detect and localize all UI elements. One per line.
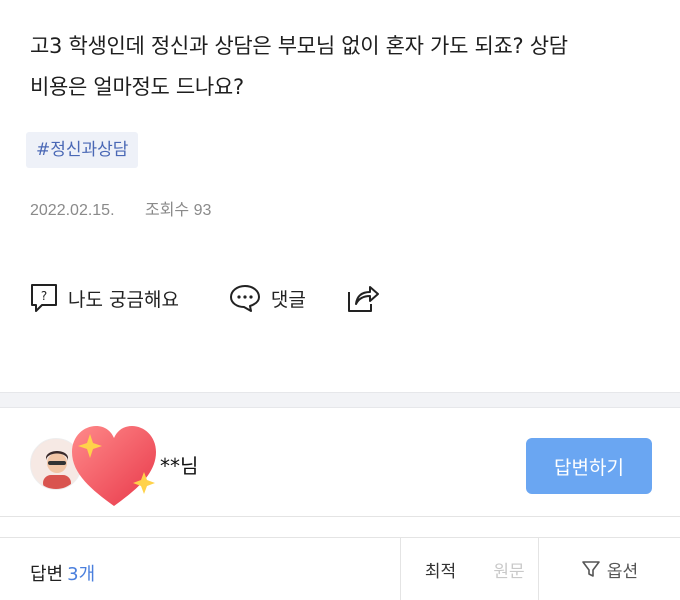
- sort-tabs: 최적 원문 옵션: [400, 538, 680, 600]
- question-bubble-icon: ?: [30, 283, 58, 313]
- answers-count: 3개: [67, 564, 96, 585]
- question-line-2: 비용은 얼마정도 드나요?: [30, 75, 244, 99]
- question-meta: 2022.02.15. 조회수 93: [30, 196, 211, 220]
- options-label: 옵션: [606, 561, 639, 582]
- answers-title-label: 답변: [30, 564, 64, 585]
- comment-button[interactable]: 댓글: [229, 283, 306, 313]
- comment-icon: [229, 283, 261, 313]
- comment-label: 댓글: [270, 288, 306, 311]
- answerer-nickname: **님: [160, 454, 199, 478]
- curious-label: 나도 궁금해요: [68, 288, 179, 311]
- header-separator: [0, 516, 680, 538]
- question-actions: ? 나도 궁금해요 댓글: [30, 280, 380, 316]
- curious-button[interactable]: ? 나도 궁금해요: [30, 283, 179, 313]
- question-line-1: 고3 학생인데 정신과 상담은 부모님 없이 혼자 가도 되죠? 상담: [30, 34, 568, 58]
- options-button[interactable]: 옵션: [538, 538, 680, 600]
- share-icon: [346, 282, 380, 314]
- post-date: 2022.02.15.: [30, 202, 115, 219]
- question-text: 고3 학생인데 정신과 상담은 부모님 없이 혼자 가도 되죠? 상담 비용은 …: [30, 26, 660, 108]
- answers-heading: 답변 3개: [30, 560, 95, 586]
- svg-text:?: ?: [41, 289, 47, 303]
- write-answer-button[interactable]: 답변하기: [526, 438, 652, 494]
- sort-best-tab[interactable]: 최적: [400, 538, 480, 600]
- hashtag-chip[interactable]: #정신과상담: [26, 132, 139, 168]
- heart-sticker-icon: [62, 416, 166, 516]
- share-button[interactable]: [346, 282, 380, 314]
- answer-prompt: **님 답변하기: [0, 408, 680, 516]
- answers-toolbar: 답변 3개 최적 원문 옵션: [0, 538, 680, 600]
- section-divider: [0, 392, 680, 408]
- view-count: 조회수 93: [144, 202, 212, 219]
- filter-icon: [582, 561, 600, 577]
- sort-original-tab[interactable]: 원문: [480, 538, 538, 600]
